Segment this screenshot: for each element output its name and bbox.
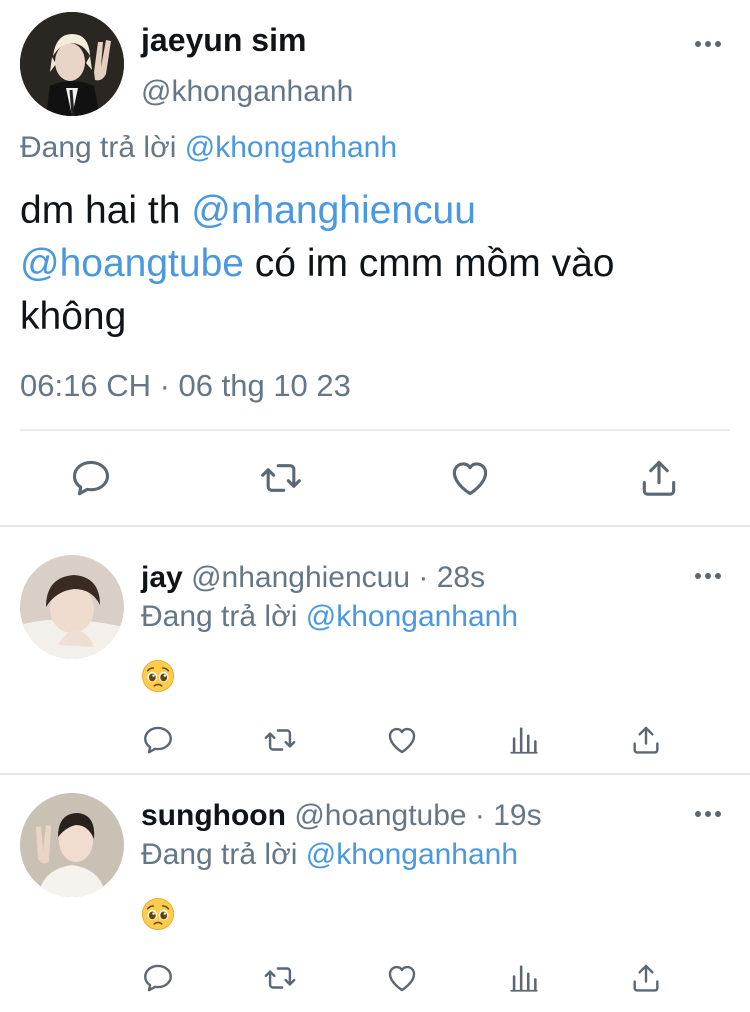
user-handle[interactable]: @khonganhanh: [141, 73, 353, 111]
display-name[interactable]: sunghoon: [141, 799, 286, 832]
more-options-icon[interactable]: [695, 572, 721, 580]
tweet-time[interactable]: · 19s: [475, 799, 542, 832]
reply-header: jay @nhanghiencuu · 28s: [141, 559, 485, 597]
analytics-icon[interactable]: [507, 961, 541, 995]
tweet-time[interactable]: · 28s: [418, 561, 485, 594]
reply-icon[interactable]: [141, 723, 175, 757]
replying-to-mention[interactable]: @khonganhanh: [306, 838, 518, 871]
replying-to: Đang trả lời @khonganhanh: [141, 836, 518, 874]
replying-prefix: Đang trả lời: [141, 600, 298, 633]
reply-icon[interactable]: [69, 456, 113, 500]
display-name[interactable]: jaeyun sim: [141, 20, 306, 60]
reply-icon[interactable]: [141, 961, 175, 995]
divider: [20, 429, 730, 431]
share-icon[interactable]: [637, 456, 681, 500]
analytics-icon[interactable]: [507, 723, 541, 757]
replying-prefix: Đang trả lời: [20, 131, 177, 164]
retweet-icon[interactable]: [263, 961, 297, 995]
replying-to-mention[interactable]: @khonganhanh: [306, 600, 518, 633]
like-icon[interactable]: [385, 723, 419, 757]
mention-nhanghiencuu[interactable]: @nhanghiencuu: [191, 189, 476, 232]
reply-tweet[interactable]: sunghoon @hoangtube · 19s Đang trả lời @…: [0, 765, 750, 1012]
tweet-timestamp[interactable]: 06:16 CH · 06 thg 10 23: [20, 366, 351, 406]
mention-hoangtube[interactable]: @hoangtube: [20, 242, 244, 285]
retweet-icon[interactable]: [263, 723, 297, 757]
display-name[interactable]: jay: [141, 561, 183, 594]
avatar-jay[interactable]: [20, 555, 124, 659]
pleading-face-emoji: [141, 897, 175, 931]
avatar-sunghoon[interactable]: [20, 793, 124, 897]
replying-to-mention[interactable]: @khonganhanh: [185, 131, 397, 164]
replying-to: Đang trả lời @khonganhanh: [141, 598, 518, 636]
tweet-text-start: dm hai th: [20, 189, 192, 232]
user-handle[interactable]: @hoangtube: [294, 799, 466, 832]
tweet-text: dm hai th @nhanghiencuu @hoangtube có im …: [20, 184, 730, 343]
user-handle[interactable]: @nhanghiencuu: [191, 561, 410, 594]
replying-prefix: Đang trả lời: [141, 838, 298, 871]
like-icon[interactable]: [448, 456, 492, 500]
more-options-icon[interactable]: [695, 40, 721, 48]
reply-tweet[interactable]: jay @nhanghiencuu · 28s Đang trả lời @kh…: [0, 527, 750, 775]
more-options-icon[interactable]: [695, 810, 721, 818]
share-icon[interactable]: [629, 961, 663, 995]
share-icon[interactable]: [629, 723, 663, 757]
replying-to: Đang trả lời @khonganhanh: [20, 129, 397, 167]
avatar-jaeyun[interactable]: [20, 12, 124, 116]
reply-header: sunghoon @hoangtube · 19s: [141, 797, 542, 835]
retweet-icon[interactable]: [259, 456, 303, 500]
pleading-face-emoji: [141, 659, 175, 693]
like-icon[interactable]: [385, 961, 419, 995]
main-tweet: jaeyun sim @khonganhanh Đang trả lời @kh…: [0, 0, 750, 527]
